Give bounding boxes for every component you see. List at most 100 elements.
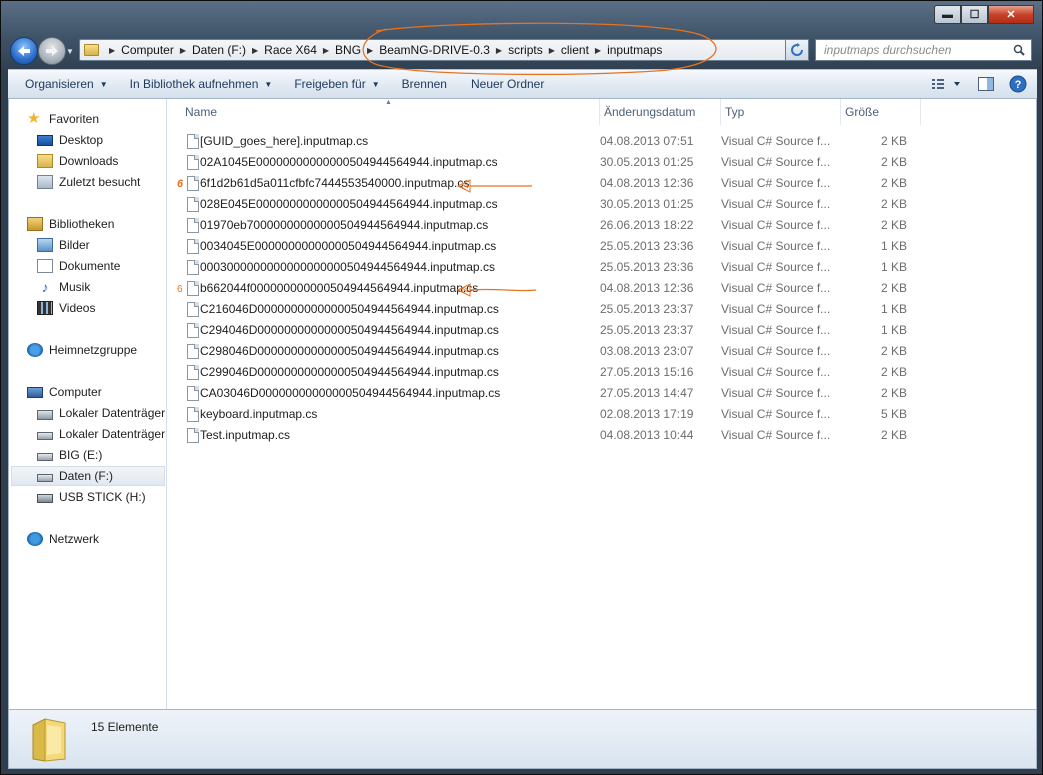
- arrow-left-icon: [18, 46, 30, 56]
- search-icon[interactable]: [1013, 44, 1025, 56]
- chevron-right-icon[interactable]: ▶: [252, 46, 258, 55]
- sidebar-item-music[interactable]: ♪ Musik: [37, 277, 91, 297]
- file-row[interactable]: 028E045E00000000000000504944564944.input…: [181, 194, 921, 215]
- breadcrumb-scripts[interactable]: scripts: [508, 43, 543, 57]
- close-button[interactable]: ✕: [988, 5, 1034, 24]
- explorer-window: ▬ ☐ ✕ ▼ ▶ Computer ▶ Daten (F:) ▶ Race X…: [0, 0, 1043, 775]
- videos-icon: [37, 301, 53, 315]
- file-row[interactable]: [GUID_goes_here].inputmap.cs 04.08.2013 0…: [181, 131, 921, 152]
- file-row[interactable]: 02A1045E00000000000000504944564944.input…: [181, 152, 921, 173]
- share-with-menu[interactable]: Freigeben für ▼: [285, 70, 388, 98]
- chevron-right-icon[interactable]: ▶: [549, 46, 555, 55]
- breadcrumb-race-x64[interactable]: Race X64: [264, 43, 317, 57]
- maximize-button[interactable]: ☐: [961, 5, 988, 24]
- sidebar-item-favorites[interactable]: ★ Favoriten: [27, 109, 99, 129]
- cs-file-icon: [187, 428, 199, 443]
- sidebar-item-videos[interactable]: Videos: [37, 298, 95, 318]
- pictures-icon: [37, 238, 53, 252]
- change-view-button[interactable]: [927, 73, 967, 95]
- file-row[interactable]: b662044f000000000000504944564944.inputma…: [181, 278, 921, 299]
- sidebar-item-pictures[interactable]: Bilder: [37, 235, 90, 255]
- arrow-right-icon: [46, 46, 58, 56]
- usb-drive-icon: [37, 494, 53, 503]
- recent-pages-dropdown[interactable]: ▼: [66, 47, 76, 57]
- svg-text:?: ?: [1015, 79, 1022, 91]
- burn-button[interactable]: Brennen: [393, 70, 456, 98]
- sidebar-item-local-disk-c[interactable]: Lokaler Datenträger: [37, 403, 165, 423]
- file-row[interactable]: keyboard.inputmap.cs 02.08.2013 17:19 Visu…: [181, 404, 921, 425]
- main-area: ★ Favoriten Desktop Downloads Zuletzt bes…: [8, 99, 1037, 709]
- cs-file-icon: [187, 407, 199, 422]
- file-row[interactable]: CA03046D00000000000000504944564944.input…: [181, 383, 921, 404]
- cs-file-icon: [187, 344, 199, 359]
- chevron-right-icon[interactable]: ▶: [367, 46, 373, 55]
- sidebar-item-local-disk-d[interactable]: Lokaler Datenträger: [37, 424, 165, 444]
- preview-pane-button[interactable]: [973, 73, 999, 95]
- system-drive-icon: [37, 409, 53, 420]
- item-count: 15 Elemente: [91, 720, 159, 734]
- view-list-icon: [932, 79, 960, 89]
- sidebar-item-desktop[interactable]: Desktop: [37, 130, 103, 150]
- column-header-type[interactable]: Typ: [721, 99, 841, 125]
- sidebar-item-big-e[interactable]: BIG (E:): [37, 445, 102, 465]
- sidebar-item-libraries[interactable]: Bibliotheken: [27, 214, 114, 234]
- sidebar-item-computer[interactable]: Computer: [27, 382, 102, 402]
- sidebar-item-usb-stick[interactable]: USB STICK (H:): [37, 487, 146, 507]
- sidebar-item-documents[interactable]: Dokumente: [37, 256, 120, 276]
- breadcrumb-beamng-drive[interactable]: BeamNG-DRIVE-0.3: [379, 43, 490, 57]
- help-icon: ?: [1009, 75, 1027, 93]
- command-bar: Organisieren ▼ In Bibliothek aufnehmen ▼ F…: [8, 69, 1037, 99]
- include-in-library-menu[interactable]: In Bibliothek aufnehmen ▼: [121, 70, 282, 98]
- recent-places-icon: [37, 175, 53, 189]
- chevron-right-icon[interactable]: ▶: [595, 46, 601, 55]
- chevron-down-icon: ▼: [264, 79, 273, 89]
- sidebar-item-homegroup[interactable]: Heimnetzgruppe: [27, 340, 137, 360]
- navigation-bar: ▼ ▶ Computer ▶ Daten (F:) ▶ Race X64 ▶ B…: [1, 33, 1043, 69]
- sidebar-item-daten-f[interactable]: Daten (F:): [11, 466, 165, 486]
- breadcrumb-computer[interactable]: Computer: [121, 43, 174, 57]
- view-controls: ?: [927, 70, 1037, 98]
- breadcrumb-inputmaps[interactable]: inputmaps: [607, 43, 662, 57]
- file-row[interactable]: C216046D00000000000000504944564944.input…: [181, 299, 921, 320]
- file-row[interactable]: C294046D00000000000000504944564944.input…: [181, 320, 921, 341]
- search-input[interactable]: [824, 43, 1004, 57]
- sort-ascending-icon: ▲: [385, 99, 392, 106]
- breadcrumb-daten[interactable]: Daten (F:): [192, 43, 246, 57]
- breadcrumb-bng[interactable]: BNG: [335, 43, 361, 57]
- chevron-right-icon[interactable]: ▶: [496, 46, 502, 55]
- file-row[interactable]: 0034045E00000000000000504944564944.input…: [181, 236, 921, 257]
- minimize-button[interactable]: ▬: [934, 5, 961, 24]
- sidebar-item-recent[interactable]: Zuletzt besucht: [37, 172, 140, 192]
- search-box[interactable]: [815, 39, 1032, 61]
- file-row[interactable]: C299046D00000000000000504944564944.input…: [181, 362, 921, 383]
- cs-file-icon: [187, 197, 199, 212]
- computer-icon: [27, 386, 43, 398]
- file-row[interactable]: 01970eb70000000000000504944564944.inputm…: [181, 215, 921, 236]
- forward-button[interactable]: [38, 37, 66, 65]
- sidebar-item-downloads[interactable]: Downloads: [37, 151, 118, 171]
- chevron-right-icon[interactable]: ▶: [109, 46, 115, 55]
- chevron-down-icon: ▼: [371, 79, 380, 89]
- chevron-right-icon[interactable]: ▶: [323, 46, 329, 55]
- drive-icon: [37, 453, 53, 461]
- file-row[interactable]: 0003000000000000000000504944564944.input…: [181, 257, 921, 278]
- address-bar[interactable]: ▶ Computer ▶ Daten (F:) ▶ Race X64 ▶ BNG…: [79, 39, 809, 61]
- file-row[interactable]: C298046D00000000000000504944564944.input…: [181, 341, 921, 362]
- cs-file-icon: [187, 218, 199, 233]
- column-header-date[interactable]: Änderungsdatum: [600, 99, 721, 125]
- organize-menu[interactable]: Organisieren ▼: [16, 70, 117, 98]
- folder-icon: [32, 718, 66, 762]
- network-icon: [27, 532, 43, 546]
- column-header-size[interactable]: Größe: [841, 99, 921, 125]
- file-row[interactable]: 6f1d2b61d5a011cfbfc7444553540000.inputma…: [181, 173, 921, 194]
- file-row[interactable]: Test.inputmap.cs 04.08.2013 10:44 Visual C…: [181, 425, 921, 446]
- refresh-button[interactable]: [785, 39, 809, 61]
- cs-file-icon: [187, 239, 199, 254]
- breadcrumb-client[interactable]: client: [561, 43, 589, 57]
- chevron-right-icon[interactable]: ▶: [180, 46, 186, 55]
- back-button[interactable]: [10, 37, 38, 65]
- help-button[interactable]: ?: [1005, 73, 1031, 95]
- star-icon: ★: [27, 110, 41, 127]
- new-folder-button[interactable]: Neuer Ordner: [462, 70, 553, 98]
- sidebar-item-network[interactable]: Netzwerk: [27, 529, 99, 549]
